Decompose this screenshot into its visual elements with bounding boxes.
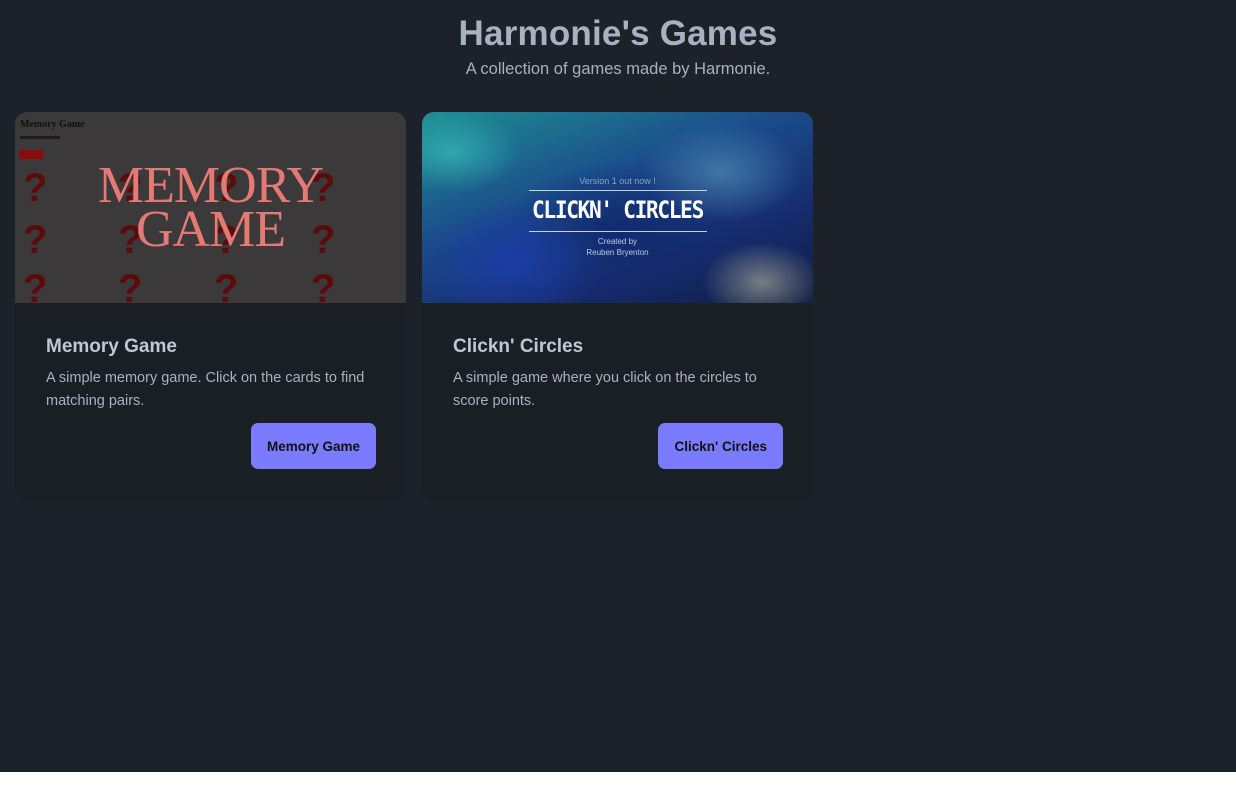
card-body: Clickn' Circles A simple game where you … bbox=[453, 333, 783, 413]
thumbnail-small-title: Memory Game bbox=[20, 119, 85, 130]
thumbnail-credit: Created by Reuben Bryenton bbox=[422, 236, 813, 258]
card-title: Memory Game bbox=[46, 336, 177, 357]
app-root: Harmonie's Games A collection of games m… bbox=[0, 0, 1236, 772]
memory-game-logo: MEMORY GAME bbox=[15, 160, 406, 258]
question-card-icon: ? bbox=[311, 267, 336, 303]
page-subtitle: A collection of games made by Harmonie. bbox=[465, 60, 771, 78]
page-title: Harmonie's Games bbox=[458, 14, 778, 53]
logo-line-2: GAME bbox=[135, 201, 286, 258]
card-body: Memory Game A simple memory game. Click … bbox=[46, 333, 376, 413]
credit-line-2: Reuben Bryenton bbox=[586, 248, 649, 257]
game-card-circles: Version 1 out now ! CLICKN' CIRCLES Crea… bbox=[422, 112, 813, 500]
thumbnail-version-text: Version 1 out now ! bbox=[579, 176, 656, 186]
memory-game-button[interactable]: Memory Game bbox=[250, 423, 376, 469]
memory-game-thumbnail: Memory Game ? ? ? ? ? ? ? ? ? ? ? ? MEMO… bbox=[15, 112, 406, 303]
thumbnail-reset-button bbox=[19, 150, 43, 159]
game-card-memory: Memory Game ? ? ? ? ? ? ? ? ? ? ? ? MEMO… bbox=[15, 112, 406, 500]
question-card-icon: ? bbox=[118, 267, 143, 303]
card-title: Clickn' Circles bbox=[453, 336, 584, 357]
page-header: Harmonie's Games A collection of games m… bbox=[0, 12, 1236, 80]
divider-line bbox=[529, 231, 707, 232]
question-card-icon: ? bbox=[214, 267, 239, 303]
clickn-circles-button[interactable]: Clickn' Circles bbox=[658, 423, 783, 469]
question-card-icon: ? bbox=[23, 267, 48, 303]
card-description: A simple memory game. Click on the cards… bbox=[46, 370, 365, 409]
clickn-circles-thumbnail: Version 1 out now ! CLICKN' CIRCLES Crea… bbox=[422, 112, 813, 303]
divider-line bbox=[529, 190, 707, 191]
thumbnail-score-text bbox=[20, 136, 60, 139]
thumbnail-title: CLICKN' CIRCLES bbox=[532, 196, 704, 224]
card-description: A simple game where you click on the cir… bbox=[453, 370, 757, 409]
credit-line-1: Created by bbox=[597, 237, 638, 246]
